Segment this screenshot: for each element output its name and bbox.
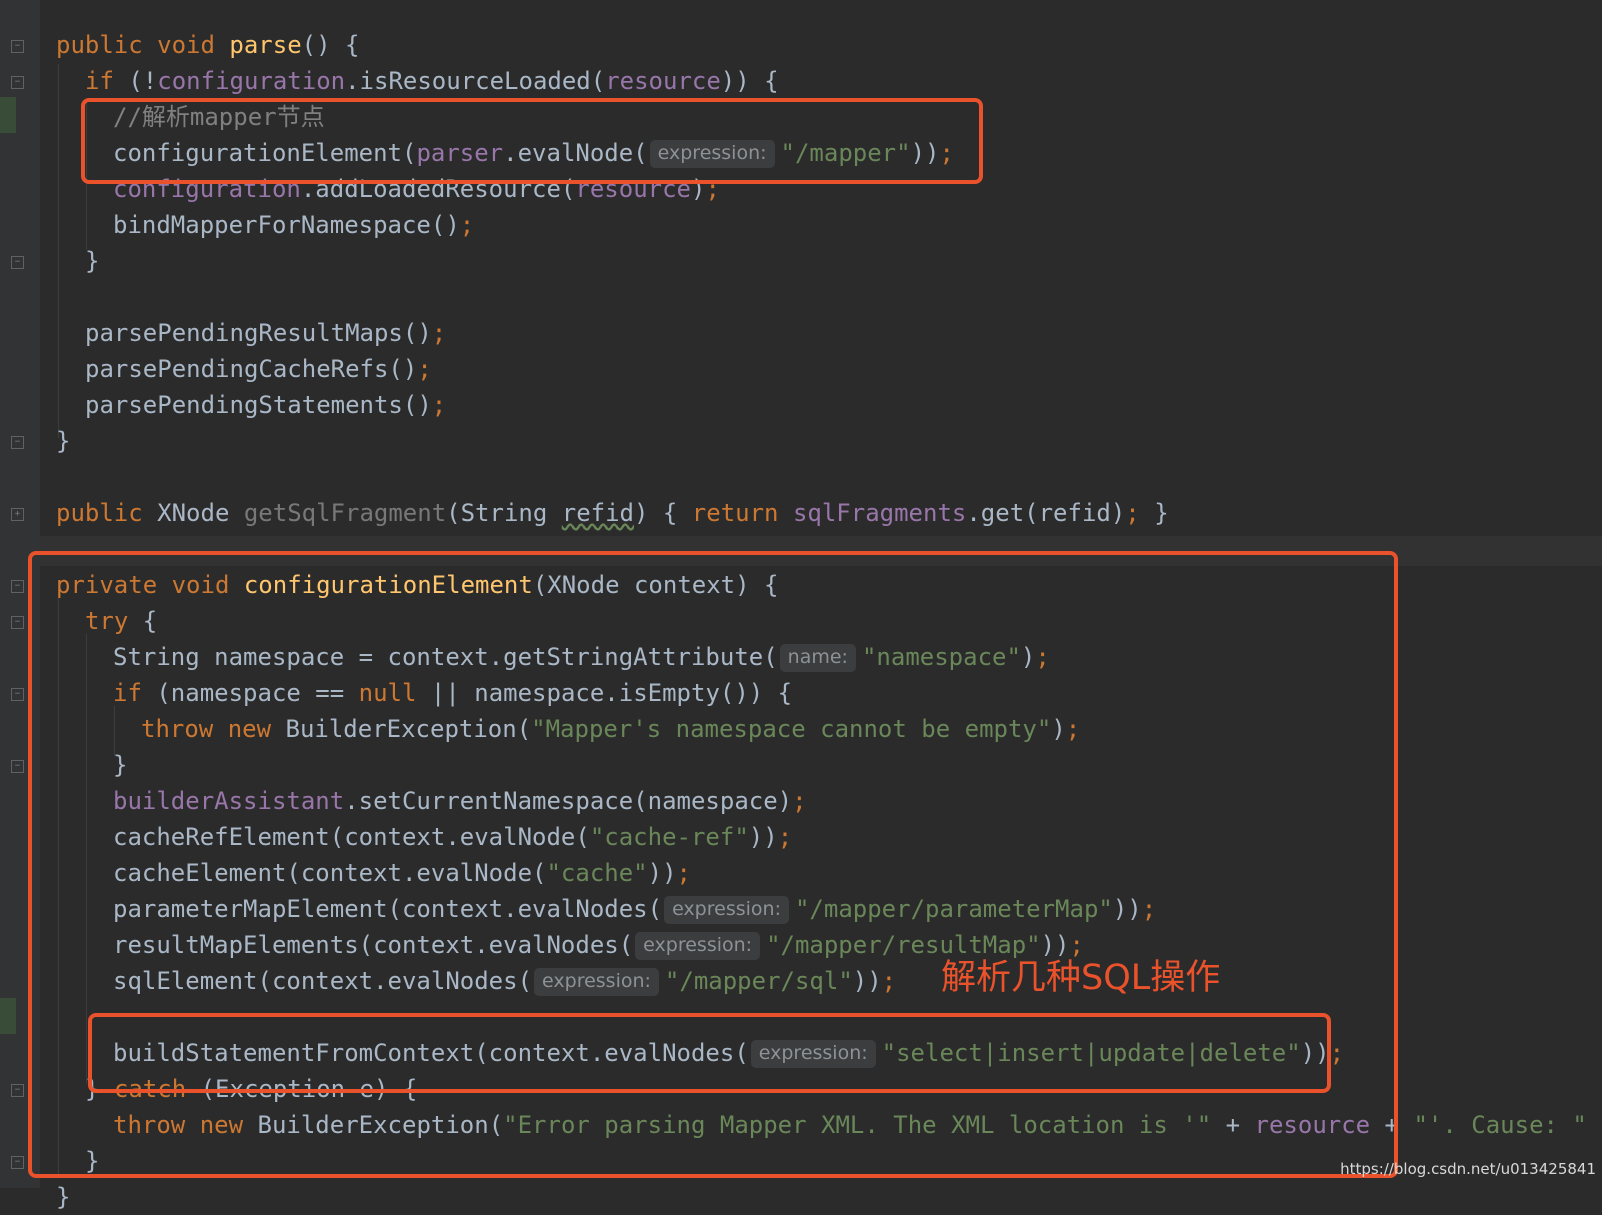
code-line: } <box>56 427 71 455</box>
fold-expand-icon[interactable]: + <box>11 508 24 521</box>
code-line: public void parse() { <box>56 31 360 59</box>
code-line: parsePendingResultMaps(); <box>85 319 447 347</box>
fold-end-icon[interactable]: − <box>11 256 24 269</box>
fold-collapse-icon[interactable]: − <box>11 40 24 53</box>
fold-collapse-icon[interactable]: − <box>11 616 24 629</box>
code-line: bindMapperForNamespace(); <box>113 211 475 239</box>
annotation-label: 解析几种SQL操作 <box>941 958 1221 998</box>
code-line: parsePendingCacheRefs(); <box>85 355 432 383</box>
fold-end-icon[interactable]: − <box>11 436 24 449</box>
code-line: } <box>56 1183 71 1211</box>
change-marker <box>0 998 16 1034</box>
fold-end-icon[interactable]: − <box>11 760 24 773</box>
code-editor[interactable]: − − − − + − − − − − − public void parse(… <box>0 0 1602 1211</box>
highlight-box-mapper-node <box>81 98 983 184</box>
change-marker <box>0 97 16 133</box>
fold-collapse-icon[interactable]: − <box>11 688 24 701</box>
fold-collapse-icon[interactable]: − <box>11 76 24 89</box>
watermark: https://blog.csdn.net/u013425841 <box>1340 1160 1596 1178</box>
code-line: parsePendingStatements(); <box>85 391 447 419</box>
highlight-box-build-statement <box>88 1013 1331 1093</box>
fold-collapse-icon[interactable]: − <box>11 1084 24 1097</box>
code-line: public XNode getSqlFragment(String refid… <box>56 499 1169 527</box>
indent-guide <box>58 64 59 438</box>
code-line: } <box>85 247 100 275</box>
code-line: if (!configuration.isResourceLoaded(reso… <box>85 67 779 95</box>
fold-end-icon[interactable]: − <box>11 1156 24 1169</box>
fold-collapse-icon[interactable]: − <box>11 580 24 593</box>
